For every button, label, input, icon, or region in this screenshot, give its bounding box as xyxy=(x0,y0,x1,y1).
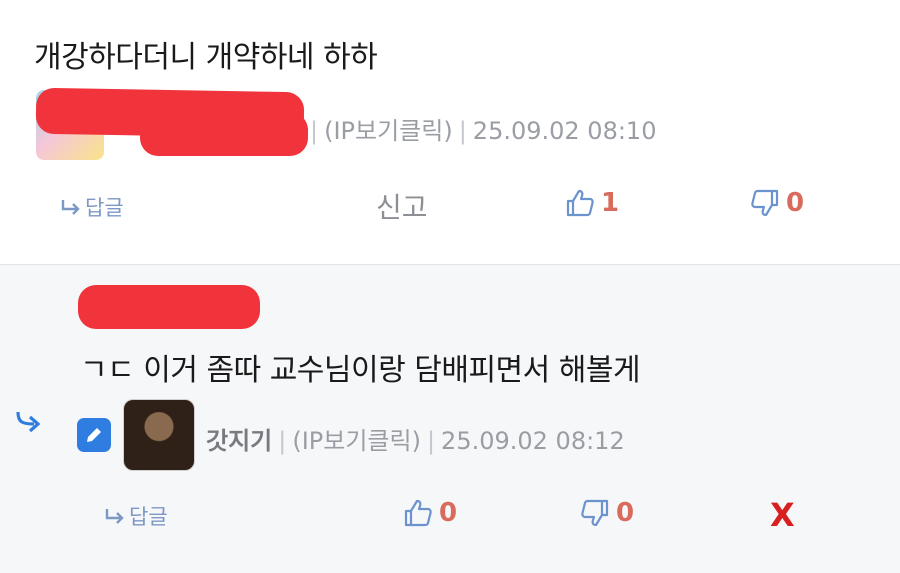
comment-1-text: 개강하다더니 개약하네 하하 xyxy=(34,40,378,75)
comment-1-dislike-count: 0 xyxy=(786,188,805,218)
comment-1-report-button[interactable]: 신고 xyxy=(376,186,428,226)
pencil-icon xyxy=(87,428,101,442)
meta-separator: | xyxy=(278,427,287,455)
comment-2-meta: 갓지기 | (IP보기클릭) | 25.09.02 08:12 xyxy=(206,421,625,456)
comment-2-datetime: 25.09.02 08:12 xyxy=(441,427,625,455)
thumbs-down-icon xyxy=(751,189,779,217)
comment-2-dislike-count: 0 xyxy=(616,498,635,528)
comment-2-text: ㄱㄷ 이거 좀따 교수님이랑 담배피면서 해볼게 xyxy=(80,353,641,388)
comment-1-like-count: 1 xyxy=(601,188,620,218)
comment-1-reply-button[interactable]: 답글 xyxy=(60,192,124,222)
comment-2-reply-button[interactable]: 답글 xyxy=(104,501,168,531)
reply-arrow-icon xyxy=(105,509,124,524)
ip-view-link[interactable]: (IP보기클릭) xyxy=(324,117,453,145)
ip-view-link[interactable]: (IP보기클릭) xyxy=(292,427,421,455)
comment-1-meta: | (IP보기클릭) | 25.09.02 08:10 xyxy=(304,111,656,146)
meta-separator: | xyxy=(458,117,467,145)
reply-label: 답글 xyxy=(85,196,124,220)
comment-1-datetime: 25.09.02 08:10 xyxy=(472,117,657,145)
redaction-mark xyxy=(78,285,260,329)
comment-2-delete-button[interactable]: X xyxy=(770,496,795,534)
comment-2-like-count: 0 xyxy=(439,498,458,528)
nested-reply-arrow-icon xyxy=(16,411,41,433)
comment-1-like-button[interactable]: 1 xyxy=(565,188,619,218)
comment-2-like-button[interactable]: 0 xyxy=(403,498,457,528)
thumbs-down-icon xyxy=(581,499,609,527)
thumbs-up-icon xyxy=(404,499,432,527)
thumbs-up-icon xyxy=(566,189,594,217)
meta-separator: | xyxy=(426,427,436,455)
redaction-mark xyxy=(140,112,308,156)
comment-2-nickname[interactable]: 갓지기 xyxy=(206,427,272,455)
reply-label: 답글 xyxy=(129,505,168,529)
comment-2-dislike-button[interactable]: 0 xyxy=(580,498,634,528)
reply-arrow-icon xyxy=(61,200,80,215)
edit-badge[interactable] xyxy=(77,418,111,452)
comment-2-avatar[interactable] xyxy=(123,399,195,471)
comment-1-dislike-button[interactable]: 0 xyxy=(750,188,804,218)
meta-separator: | xyxy=(310,117,319,145)
